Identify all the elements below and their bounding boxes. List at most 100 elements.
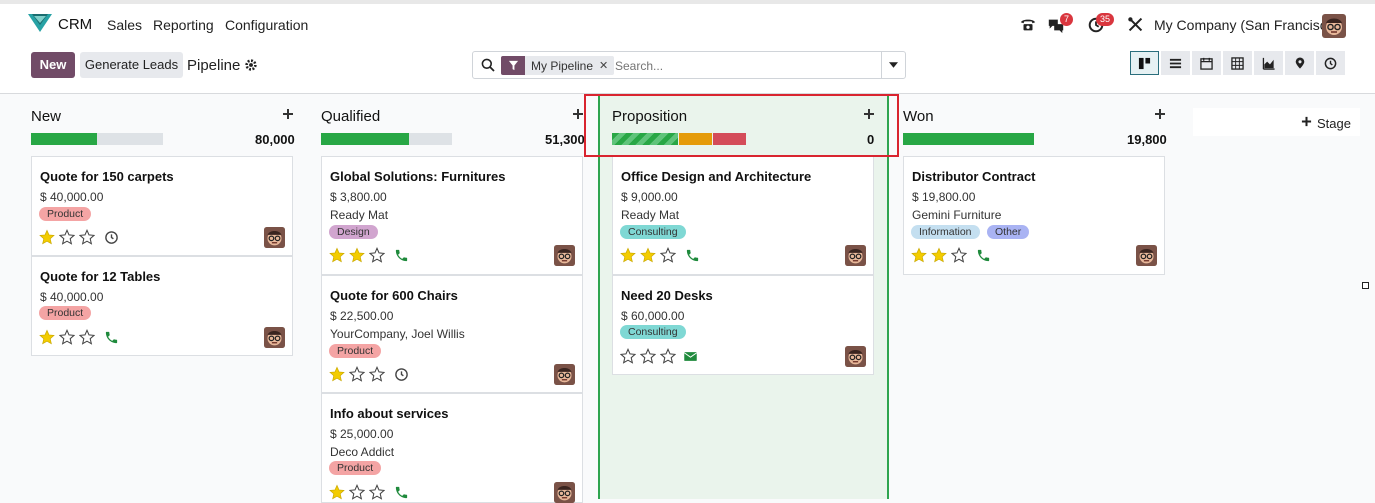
star-empty-icon[interactable]	[369, 484, 385, 500]
stage-title[interactable]: New	[31, 108, 61, 125]
priority-stars[interactable]	[329, 247, 389, 263]
lead-amount: $ 19,800.00	[912, 190, 976, 204]
crm-logo-icon[interactable]	[28, 14, 52, 32]
menu-sales[interactable]: Sales	[107, 17, 142, 33]
menu-configuration[interactable]: Configuration	[225, 17, 308, 33]
salesperson-avatar[interactable]	[264, 327, 285, 348]
star-empty-icon[interactable]	[660, 348, 676, 364]
star-filled-icon[interactable]	[349, 247, 365, 263]
star-empty-icon[interactable]	[59, 329, 75, 345]
new-button[interactable]: New	[31, 52, 75, 78]
stage-progress-bar[interactable]	[903, 133, 1034, 145]
lead-card[interactable]: Global Solutions: Furnitures $ 3,800.00 …	[321, 156, 583, 275]
user-avatar[interactable]	[1322, 14, 1346, 38]
star-filled-icon[interactable]	[329, 484, 345, 500]
star-filled-icon[interactable]	[39, 329, 55, 345]
pivot-view-button[interactable]	[1223, 51, 1252, 75]
stage-progress-bar[interactable]	[31, 133, 163, 145]
quick-create-plus-icon[interactable]	[572, 108, 584, 120]
clock-icon[interactable]	[394, 367, 409, 382]
stage-progress-bar[interactable]	[321, 133, 452, 145]
salesperson-avatar[interactable]	[1136, 245, 1157, 266]
lead-card[interactable]: Info about services $ 25,000.00 Deco Add…	[321, 393, 583, 503]
lead-card[interactable]: Quote for 150 carpets $ 40,000.00 Produc…	[31, 156, 293, 256]
priority-stars[interactable]	[911, 247, 971, 263]
resize-handle[interactable]	[1362, 282, 1369, 289]
lead-card[interactable]: Quote for 600 Chairs $ 22,500.00 YourCom…	[321, 275, 583, 393]
phone-icon[interactable]	[1019, 16, 1039, 36]
lead-title: Need 20 Desks	[621, 288, 713, 303]
facet-label: My Pipeline	[531, 58, 594, 73]
kanban-view-button[interactable]	[1130, 51, 1159, 75]
lead-amount: $ 60,000.00	[621, 309, 685, 323]
tools-icon[interactable]	[1127, 16, 1147, 36]
search-options-toggle[interactable]	[881, 52, 905, 78]
stage-title[interactable]: Proposition	[612, 108, 687, 125]
clock-icon[interactable]	[104, 230, 119, 245]
filter-facet[interactable]: My Pipeline ✕	[501, 56, 615, 75]
priority-stars[interactable]	[329, 484, 389, 500]
lead-title: Quote for 600 Chairs	[330, 288, 458, 303]
company-switcher[interactable]: My Company (San Francisco)	[1154, 17, 1339, 33]
phone-icon[interactable]	[104, 330, 119, 345]
envelope-icon[interactable]	[683, 349, 698, 364]
app-name[interactable]: CRM	[58, 16, 92, 33]
phone-icon[interactable]	[394, 485, 409, 500]
star-empty-icon[interactable]	[79, 329, 95, 345]
star-empty-icon[interactable]	[59, 229, 75, 245]
salesperson-avatar[interactable]	[554, 364, 575, 385]
gear-icon[interactable]	[244, 58, 258, 72]
star-empty-icon[interactable]	[640, 348, 656, 364]
plus-icon	[1301, 116, 1312, 127]
facet-remove-icon[interactable]: ✕	[599, 59, 614, 72]
lead-card[interactable]: Need 20 Desks $ 60,000.00 Consulting	[612, 275, 874, 375]
star-empty-icon[interactable]	[79, 229, 95, 245]
star-filled-icon[interactable]	[329, 247, 345, 263]
star-empty-icon[interactable]	[951, 247, 967, 263]
star-filled-icon[interactable]	[931, 247, 947, 263]
priority-stars[interactable]	[39, 329, 99, 345]
lead-card[interactable]: Office Design and Architecture $ 9,000.0…	[612, 156, 874, 275]
search-input[interactable]	[615, 56, 865, 75]
add-stage-button[interactable]: Stage	[1193, 108, 1360, 136]
activity-view-button[interactable]	[1316, 51, 1345, 75]
priority-stars[interactable]	[620, 247, 680, 263]
star-filled-icon[interactable]	[39, 229, 55, 245]
priority-stars[interactable]	[39, 229, 99, 245]
star-empty-icon[interactable]	[369, 366, 385, 382]
salesperson-avatar[interactable]	[845, 245, 866, 266]
quick-create-plus-icon[interactable]	[1154, 108, 1166, 120]
star-empty-icon[interactable]	[349, 366, 365, 382]
star-filled-icon[interactable]	[640, 247, 656, 263]
menu-reporting[interactable]: Reporting	[153, 17, 214, 33]
stage-title[interactable]: Qualified	[321, 108, 380, 125]
priority-stars[interactable]	[329, 366, 389, 382]
graph-view-button[interactable]	[1254, 51, 1283, 75]
stage-progress-bar[interactable]	[612, 133, 746, 145]
salesperson-avatar[interactable]	[845, 346, 866, 367]
star-empty-icon[interactable]	[349, 484, 365, 500]
star-empty-icon[interactable]	[620, 348, 636, 364]
quick-create-plus-icon[interactable]	[282, 108, 294, 120]
phone-icon[interactable]	[976, 248, 991, 263]
salesperson-avatar[interactable]	[554, 482, 575, 503]
phone-icon[interactable]	[394, 248, 409, 263]
salesperson-avatar[interactable]	[264, 227, 285, 248]
calendar-view-button[interactable]	[1192, 51, 1221, 75]
phone-icon[interactable]	[685, 248, 700, 263]
list-view-button[interactable]	[1161, 51, 1190, 75]
star-filled-icon[interactable]	[620, 247, 636, 263]
star-empty-icon[interactable]	[369, 247, 385, 263]
salesperson-avatar[interactable]	[554, 245, 575, 266]
priority-stars[interactable]	[620, 348, 680, 364]
stage-title[interactable]: Won	[903, 108, 934, 125]
quick-create-plus-icon[interactable]	[863, 108, 875, 120]
generate-leads-button[interactable]: Generate Leads	[80, 52, 183, 78]
lead-card[interactable]: Quote for 12 Tables $ 40,000.00 Product	[31, 256, 293, 356]
star-filled-icon[interactable]	[911, 247, 927, 263]
stage-total: 19,800	[1127, 132, 1167, 147]
star-filled-icon[interactable]	[329, 366, 345, 382]
star-empty-icon[interactable]	[660, 247, 676, 263]
map-view-button[interactable]	[1285, 51, 1314, 75]
lead-card[interactable]: Distributor Contract $ 19,800.00 Gemini …	[903, 156, 1165, 275]
